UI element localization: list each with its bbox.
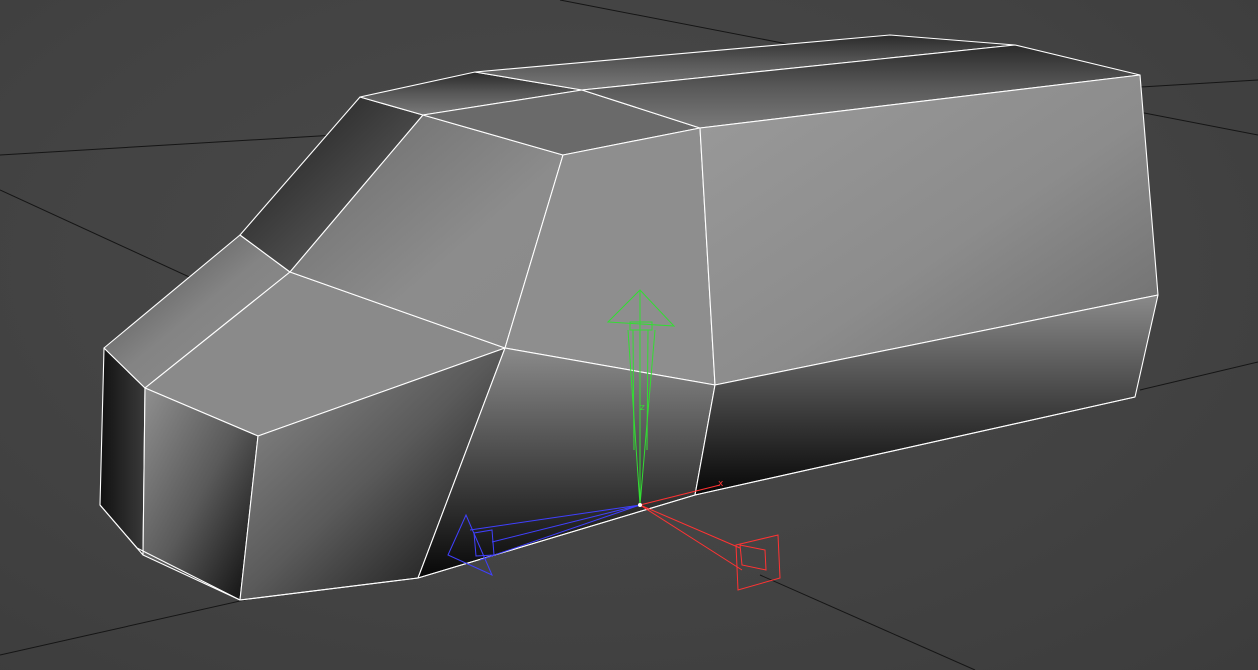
van-mesh[interactable] xyxy=(99,34,1159,601)
x-arrow-head[interactable] xyxy=(735,534,781,591)
x-arrow-box[interactable] xyxy=(739,544,767,571)
grid-line xyxy=(1139,361,1258,391)
grid-line xyxy=(759,574,976,670)
z-axis-label: z xyxy=(640,403,645,413)
x-axis-label: x xyxy=(718,479,724,489)
viewport-canvas[interactable]: z x xyxy=(0,0,1258,670)
gizmo-pivot[interactable] xyxy=(638,503,642,507)
perspective-viewport[interactable]: z x xyxy=(0,0,1258,670)
